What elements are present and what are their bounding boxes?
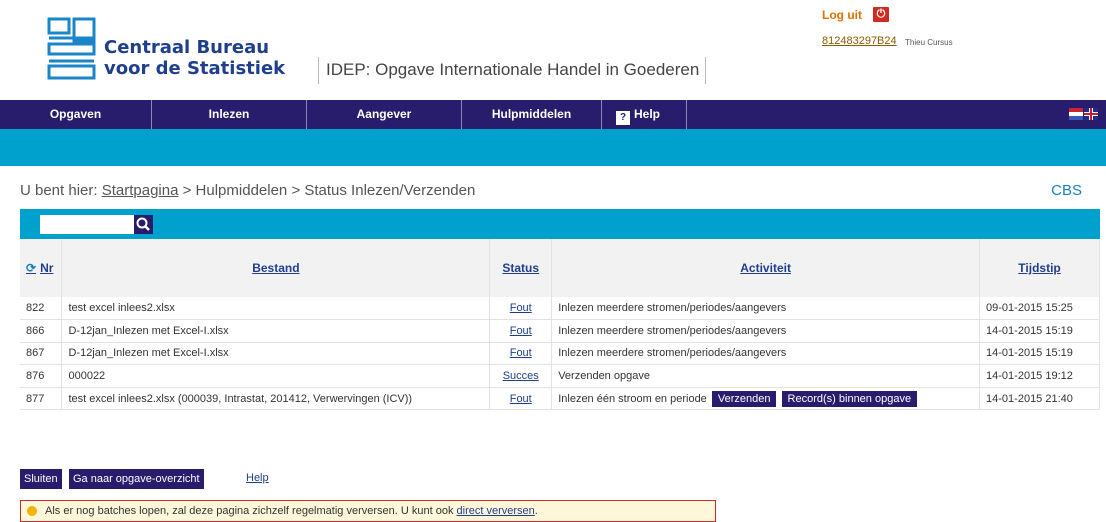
refresh-notice: Als er nog batches lopen, zal deze pagin… <box>20 500 716 522</box>
cbs-logo[interactable] <box>46 16 96 81</box>
col-tijdstip[interactable]: Tijdstip <box>979 239 1100 297</box>
breadcrumb-home-link[interactable]: Startpagina <box>102 182 179 199</box>
nav-opgaven[interactable]: Opgaven <box>0 100 152 129</box>
flag-uk-icon[interactable] <box>1084 108 1098 120</box>
table-row: 822 test excel inlees2.xlsx Fout Inlezen… <box>20 297 1100 321</box>
col-status[interactable]: Status <box>489 239 553 297</box>
search-input[interactable] <box>40 215 134 234</box>
status-link[interactable]: Fout <box>510 393 532 405</box>
status-link[interactable]: Fout <box>510 325 532 337</box>
app-title: IDEP: Opgave Internationale Handel in Go… <box>318 57 707 84</box>
search-icon <box>136 217 150 231</box>
refresh-icon[interactable]: ⟳ <box>26 261 36 275</box>
close-button[interactable]: Sluiten <box>20 469 62 489</box>
logo-text: Centraal Bureau voor de Statistiek <box>104 37 286 79</box>
table-row: 867 D-12jan_Inlezen met Excel-I.xlsx Fou… <box>20 342 1100 366</box>
breadcrumb: U bent hier: Startpagina > Hulpmiddelen … <box>20 182 476 199</box>
col-bestand[interactable]: Bestand <box>61 239 491 297</box>
help-link[interactable]: Help <box>246 472 269 484</box>
status-link[interactable]: Fout <box>510 347 532 359</box>
table-row: 876 000022 Succes Verzenden opgave 14-01… <box>20 364 1100 388</box>
direct-refresh-link[interactable]: direct verversen <box>457 505 535 517</box>
lightbulb-icon <box>27 506 37 516</box>
table-row: 866 D-12jan_Inlezen met Excel-I.xlsx Fou… <box>20 319 1100 343</box>
user-name: Thieu Cursus <box>905 38 953 47</box>
sub-navbar <box>0 129 1106 166</box>
col-activiteit[interactable]: Activiteit <box>551 239 981 297</box>
main-nav: Opgaven Inlezen Aangever Hulpmiddelen ? H… <box>0 100 1106 129</box>
cbs-logo-icon <box>47 17 96 80</box>
go-to-overview-button[interactable]: Ga naar opgave-overzicht <box>69 469 204 489</box>
table-row: 877 test excel inlees2.xlsx (000039, Int… <box>20 387 1100 411</box>
records-binnen-opgave-button[interactable]: Record(s) binnen opgave <box>781 390 918 407</box>
flag-nl-icon[interactable] <box>1069 108 1083 120</box>
help-book-icon: ? <box>616 111 630 125</box>
power-icon[interactable]: ⏻ <box>873 7 889 22</box>
verzenden-button[interactable]: Verzenden <box>711 390 777 407</box>
status-table: ⟳ Nr Bestand Status Activiteit Tijdstip 8… <box>20 239 1100 411</box>
language-switch <box>1069 108 1098 120</box>
nav-aangever[interactable]: Aangever <box>307 100 462 129</box>
user-id-link[interactable]: 812483297B24 <box>822 35 897 47</box>
nav-inlezen[interactable]: Inlezen <box>152 100 307 129</box>
status-link[interactable]: Succes <box>503 370 539 382</box>
logout-link[interactable]: Log uit <box>822 8 862 22</box>
cbs-link[interactable]: CBS <box>1051 182 1082 199</box>
search-button[interactable] <box>134 215 153 234</box>
status-link[interactable]: Fout <box>510 302 532 314</box>
nav-help[interactable]: ? Help <box>602 100 687 129</box>
col-nr[interactable]: ⟳ Nr <box>20 239 63 297</box>
nav-hulpmiddelen[interactable]: Hulpmiddelen <box>462 100 602 129</box>
search-bar <box>20 209 1100 239</box>
